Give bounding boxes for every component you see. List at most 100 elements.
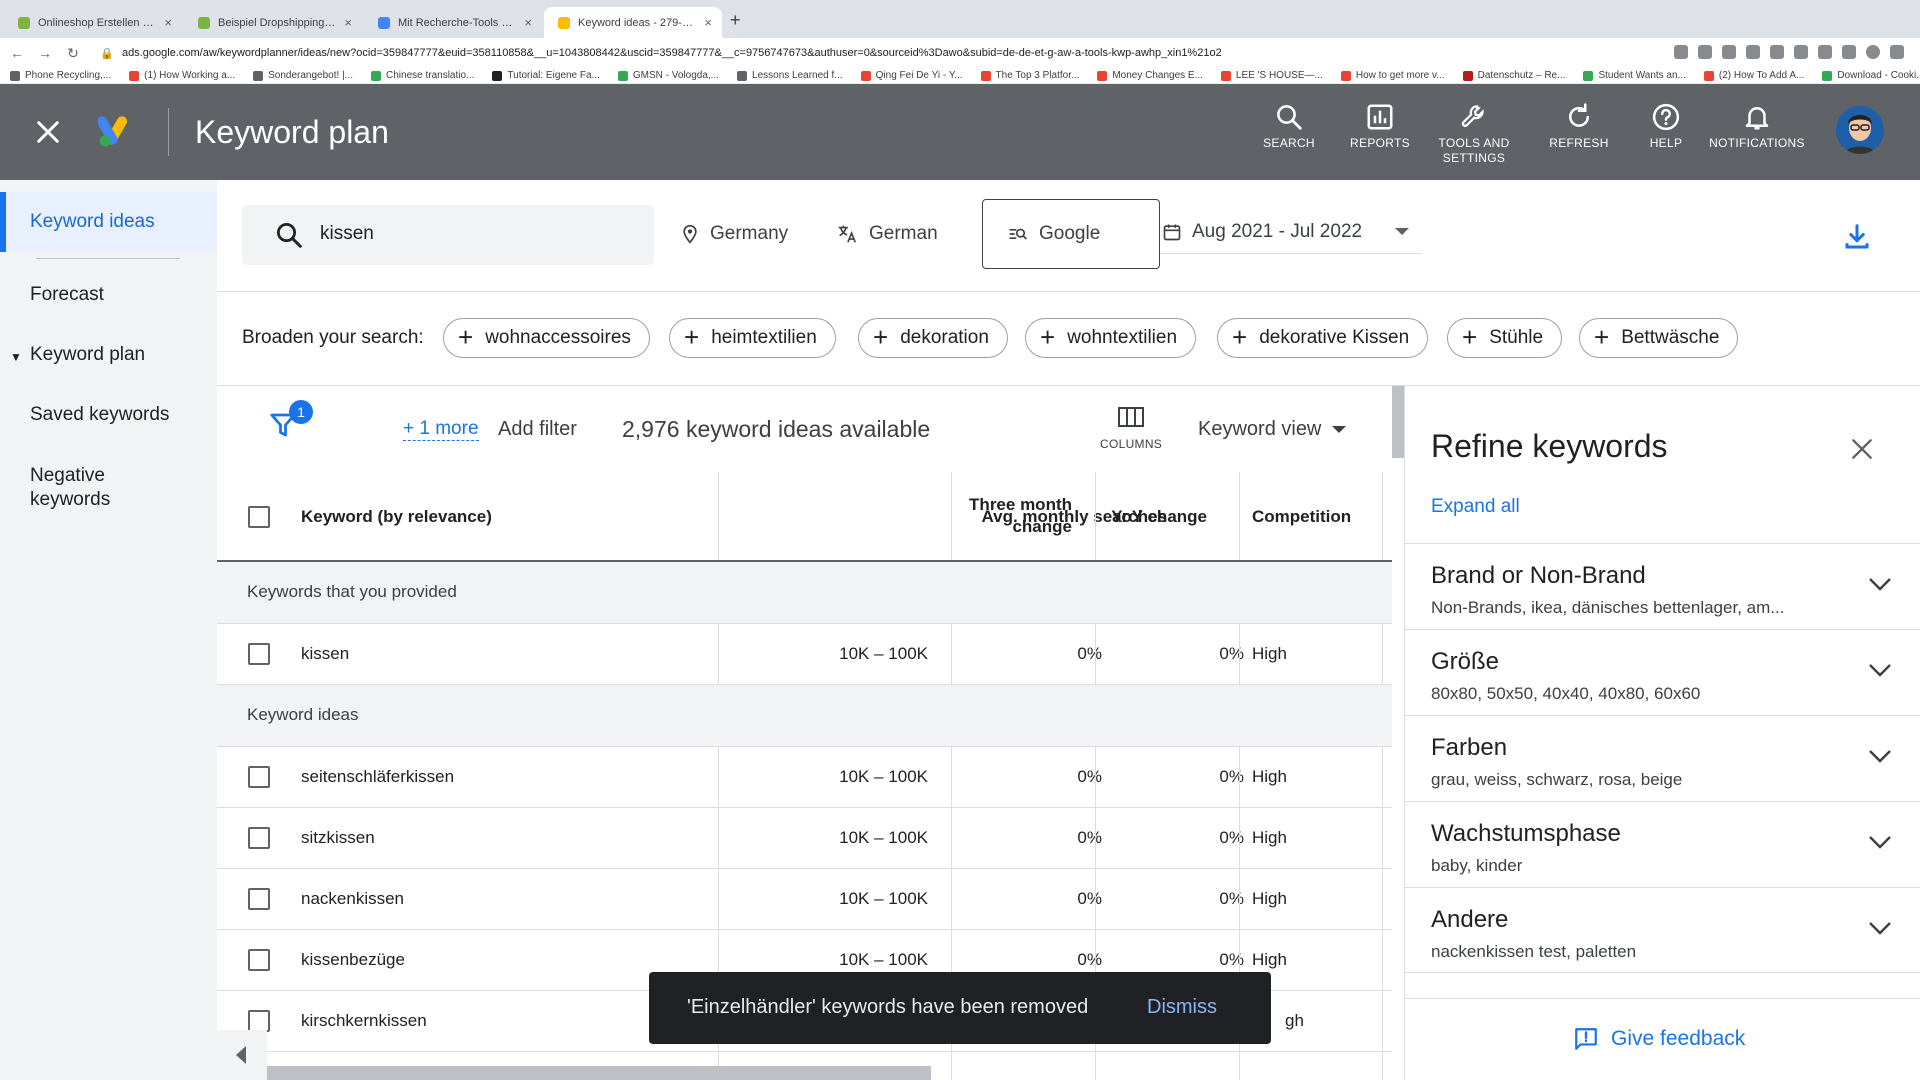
translate-icon[interactable] — [1674, 45, 1688, 59]
column-header-competition[interactable]: Competition — [1252, 506, 1351, 528]
header-help-button[interactable]: HELP — [1632, 102, 1700, 151]
tab-close-icon[interactable]: × — [164, 15, 172, 30]
header-notifications-button[interactable]: NOTIFICATIONS — [1705, 102, 1809, 151]
bookmark-item[interactable]: (1) How Working a... — [129, 70, 235, 81]
add-filter-button[interactable]: Add filter — [498, 418, 577, 441]
tab-close-icon[interactable]: × — [344, 15, 352, 30]
bookmark-item[interactable]: GMSN - Vologda,... — [617, 70, 719, 81]
bookmark-item[interactable]: Phone Recycling,... — [10, 70, 111, 81]
bookmark-item[interactable]: The Top 3 Platfor... — [980, 70, 1079, 81]
sidepanel-icon[interactable] — [1842, 45, 1856, 59]
row-checkbox[interactable] — [248, 643, 270, 665]
sidebar-item-saved-keywords[interactable]: Saved keywords — [30, 404, 169, 426]
close-icon[interactable] — [1849, 436, 1875, 462]
bookmark-item[interactable]: Qing Fei De Yi - Y... — [860, 70, 963, 81]
table-row[interactable]: seitenschläferkissen 10K – 100K 0% 0% Hi… — [217, 747, 1392, 808]
header-search-button[interactable]: SEARCH — [1251, 102, 1327, 151]
refine-section-other[interactable]: Andere nackenkissen test, paletten — [1405, 887, 1920, 973]
horizontal-scrollbar[interactable] — [267, 1066, 931, 1080]
profile-icon[interactable] — [1866, 45, 1880, 59]
bookmark-item[interactable]: Download - Cooki... — [1822, 70, 1920, 81]
new-tab-button[interactable]: + — [730, 10, 741, 31]
dismiss-button[interactable]: Dismiss — [1147, 996, 1217, 1019]
star-icon[interactable] — [1746, 45, 1760, 59]
search-input[interactable]: kissen — [320, 223, 374, 245]
menu-dots-icon[interactable] — [1890, 45, 1904, 59]
refine-section-growth[interactable]: Wachstumsphase baby, kinder — [1405, 801, 1920, 887]
header-reports-button[interactable]: REPORTS — [1340, 102, 1420, 151]
column-header-three-month[interactable]: Three month change — [962, 494, 1072, 538]
columns-button[interactable]: COLUMNS — [1100, 405, 1162, 451]
browser-tab[interactable]: Mit Recherche-Tools die richtig × — [364, 7, 542, 38]
network-selector-content[interactable]: Google — [1007, 223, 1100, 245]
more-filters-link[interactable]: + 1 more — [403, 418, 479, 441]
sidebar-item-keyword-plan[interactable]: Keyword plan — [30, 344, 145, 366]
select-all-checkbox[interactable] — [248, 506, 270, 528]
broaden-chip[interactable]: + wohnaccessoires — [443, 318, 650, 358]
broaden-chip[interactable]: + Bettwäsche — [1579, 318, 1739, 358]
row-checkbox[interactable] — [248, 949, 270, 971]
share-icon[interactable] — [1722, 45, 1736, 59]
tab-close-icon[interactable]: × — [704, 15, 712, 30]
date-range-content[interactable]: Aug 2021 - Jul 2022 — [1162, 221, 1410, 243]
give-feedback-button[interactable]: Give feedback — [1573, 1026, 1745, 1052]
bookmark-item[interactable]: Lessons Learned f... — [737, 70, 843, 81]
sidebar-item-keyword-ideas[interactable]: Keyword ideas — [0, 192, 217, 252]
location-selector[interactable]: Germany — [680, 223, 788, 245]
extension-icon[interactable] — [1770, 45, 1784, 59]
puzzle-icon[interactable] — [1794, 45, 1808, 59]
forward-icon[interactable]: → — [34, 45, 56, 61]
refine-section-size[interactable]: Größe 80x80, 50x50, 40x40, 40x80, 60x60 — [1405, 629, 1920, 715]
broaden-chip[interactable]: + heimtextilien — [669, 318, 836, 358]
table-row[interactable]: kissen 10K – 100K 0% 0% High — [217, 624, 1392, 685]
caret-down-icon[interactable]: ▼ — [10, 350, 22, 364]
refine-section-brand[interactable]: Brand or Non-Brand Non-Brands, ikea, dän… — [1405, 543, 1920, 629]
back-icon[interactable]: ← — [6, 45, 28, 61]
broaden-chip[interactable]: + dekorative Kissen — [1217, 318, 1429, 358]
bookmark-item[interactable]: Tutorial: Eigene Fa... — [492, 70, 600, 81]
browser-tab-active[interactable]: Keyword ideas - 279-560-169 × — [544, 7, 722, 38]
lock-icon[interactable]: 🔒 — [96, 47, 118, 60]
browser-tab[interactable]: Onlineshop Erstellen - Einfach × — [4, 7, 182, 38]
broaden-chip[interactable]: + dekoration — [858, 318, 1008, 358]
media-icon[interactable] — [1818, 45, 1832, 59]
header-tools-button[interactable]: TOOLS AND SETTINGS — [1432, 102, 1516, 166]
column-header-keyword[interactable]: Keyword (by relevance) — [301, 506, 492, 528]
keyword-view-selector[interactable]: Keyword view — [1198, 418, 1347, 441]
row-checkbox[interactable] — [248, 888, 270, 910]
bookmark-item[interactable]: (2) How To Add A... — [1703, 70, 1804, 81]
download-icon[interactable] — [1842, 222, 1872, 252]
bookmark-item[interactable]: How to get more v... — [1340, 70, 1445, 81]
row-checkbox[interactable] — [248, 1010, 270, 1032]
close-icon[interactable] — [32, 116, 64, 148]
zoom-icon[interactable] — [1698, 45, 1712, 59]
row-checkbox[interactable] — [248, 766, 270, 788]
bookmark-item[interactable]: Chinese translatio... — [371, 70, 474, 81]
header-refresh-button[interactable]: REFRESH — [1541, 102, 1617, 151]
address-bar[interactable]: ads.google.com/aw/keywordplanner/ideas/n… — [122, 47, 1222, 59]
language-selector[interactable]: German — [835, 223, 938, 245]
broaden-chip[interactable]: + Stühle — [1447, 318, 1563, 358]
row-checkbox[interactable] — [248, 827, 270, 849]
refine-section-colors[interactable]: Farben grau, weiss, schwarz, rosa, beige — [1405, 715, 1920, 801]
reload-icon[interactable]: ↻ — [62, 45, 84, 62]
tab-close-icon[interactable]: × — [524, 15, 532, 30]
vertical-scrollbar[interactable] — [1392, 386, 1404, 458]
bookmark-item[interactable]: Datenschutz – Re... — [1462, 70, 1565, 81]
sidebar-item-negative-keywords[interactable]: Negative keywords — [30, 464, 150, 512]
expand-all-link[interactable]: Expand all — [1431, 496, 1520, 518]
broaden-chip[interactable]: + wohntextilien — [1025, 318, 1197, 358]
bookmark-item[interactable]: Student Wants an... — [1583, 70, 1686, 81]
sidebar-item-forecast[interactable]: Forecast — [30, 284, 104, 306]
column-header-yoy[interactable]: YoY change — [1097, 506, 1207, 528]
bookmark-item[interactable]: Money Changes E... — [1097, 70, 1203, 81]
table-row[interactable]: nackenkissen 10K – 100K 0% 0% High — [217, 869, 1392, 930]
bookmark-item[interactable]: Sonderangebot! |... — [253, 70, 353, 81]
scroll-left-button[interactable] — [217, 1030, 267, 1080]
bookmark-item[interactable]: LEE 'S HOUSE—... — [1220, 70, 1323, 81]
browser-tab[interactable]: Beispiel Dropshipping Store - I × — [184, 7, 362, 38]
competition-cell: High — [1252, 828, 1287, 847]
avatar[interactable] — [1836, 106, 1884, 154]
table-row[interactable]: sitzkissen 10K – 100K 0% 0% High — [217, 808, 1392, 869]
wrench-icon — [1461, 105, 1484, 127]
